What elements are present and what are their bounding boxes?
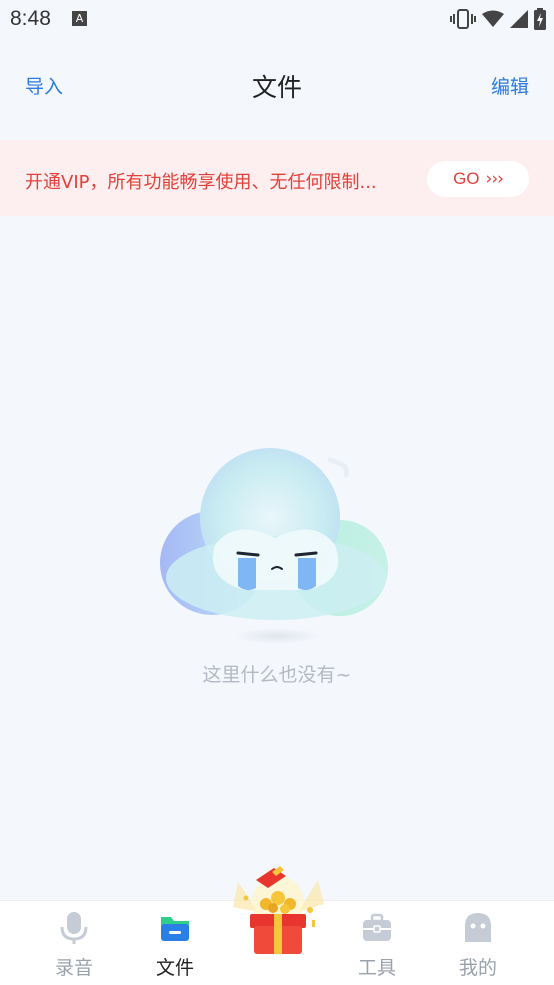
vip-banner-text: 开通VIP，所有功能畅享使用、无任何限制... bbox=[25, 172, 377, 193]
folder-icon bbox=[161, 917, 189, 941]
tab-recording-label: 录音 bbox=[54, 957, 93, 979]
tab-files-label: 文件 bbox=[155, 957, 194, 979]
tab-recording[interactable]: 录音 bbox=[24, 909, 124, 979]
notification-icon: A bbox=[72, 11, 87, 26]
wifi-icon bbox=[482, 10, 504, 27]
tab-tools[interactable]: 工具 bbox=[327, 909, 427, 979]
go-button[interactable]: GO ››› bbox=[427, 161, 529, 197]
tab-profile-label: 我的 bbox=[458, 957, 497, 979]
chevrons-right-icon: ››› bbox=[485, 169, 504, 189]
status-bar: 8:48 A bbox=[0, 0, 554, 38]
vip-banner[interactable]: 开通VIP，所有功能畅享使用、无任何限制... GO ››› bbox=[0, 140, 554, 216]
battery-icon bbox=[534, 8, 546, 30]
edit-button[interactable]: 编辑 bbox=[491, 72, 529, 99]
top-bar: 导入 文件 编辑 bbox=[0, 50, 554, 116]
status-time: 8:48 bbox=[10, 7, 51, 30]
page-title: 文件 bbox=[251, 73, 302, 102]
tab-tools-label: 工具 bbox=[357, 957, 396, 979]
empty-state-message: 这里什么也没有~ bbox=[202, 664, 352, 686]
profile-icon bbox=[465, 913, 491, 942]
crying-cloud-illustration bbox=[160, 448, 388, 644]
empty-state: 这里什么也没有~ bbox=[0, 440, 554, 690]
tab-profile[interactable]: 我的 bbox=[428, 909, 528, 979]
signal-icon bbox=[510, 10, 528, 28]
status-icons bbox=[450, 8, 546, 30]
toolbox-icon bbox=[363, 913, 391, 941]
vibrate-icon bbox=[450, 9, 476, 29]
go-button-label: GO bbox=[453, 169, 480, 188]
gift-box-icon[interactable] bbox=[228, 862, 328, 962]
microphone-icon bbox=[60, 912, 88, 944]
tab-files[interactable]: 文件 bbox=[125, 909, 225, 979]
